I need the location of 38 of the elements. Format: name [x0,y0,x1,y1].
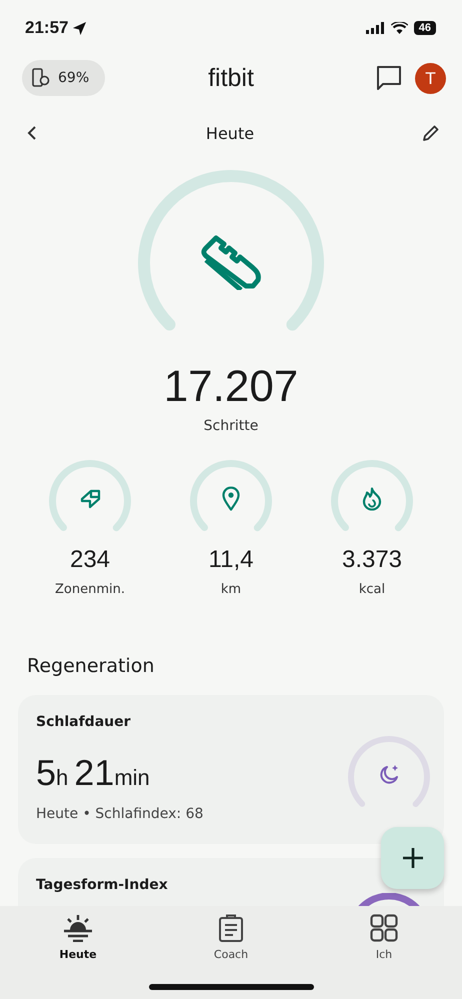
stat-card[interactable]: Schlafdauer 5h 21min Heute • Schlafindex: 68 [18,695,444,844]
app-logo: fitbit [208,64,254,92]
signal-icon [366,22,385,34]
location-pin-icon [222,486,240,511]
nav-tab[interactable]: Coach [191,906,271,966]
device-battery-button[interactable]: 69% [22,60,106,96]
metric-label: kcal [358,582,386,597]
avatar[interactable]: T [415,62,446,94]
sleep-duration: 5h 21min [36,752,151,794]
metric-value: 234 [70,546,110,574]
wifi-icon [390,22,408,34]
stat-card[interactable]: Tagesform-Index [18,858,444,906]
status-time: 21:57 [25,18,68,38]
card-title: Schlafdauer [36,714,132,730]
flame-icon [362,486,382,511]
steps-label: Schritte [204,418,258,434]
clipboard-icon [218,914,244,942]
grid-icon [370,914,398,942]
card-title: Tagesform-Index [36,877,168,893]
card-subtitle: Heute • Schlafindex: 68 [36,806,204,822]
section-title: Regeneration [26,654,156,679]
plus-icon [402,847,424,869]
metric-label: km [220,582,242,597]
nav-tab[interactable]: Heute [38,906,118,966]
metric-label: Zonenmin. [55,582,125,597]
page-title: Heute [206,124,254,142]
back-icon[interactable] [26,125,38,141]
battery-level: 46 [414,21,436,35]
chat-icon[interactable] [376,65,402,91]
edit-icon[interactable] [422,124,440,142]
location-arrow-icon [72,20,88,36]
metric-value: 11,4 [208,546,254,574]
phone-watch-icon [32,68,50,88]
add-button[interactable] [381,827,444,889]
metric-value: 3.373 [342,546,402,574]
sunrise-icon [63,914,93,942]
steps-value: 17.207 [164,362,298,412]
nav-tab[interactable]: Ich [344,906,424,966]
